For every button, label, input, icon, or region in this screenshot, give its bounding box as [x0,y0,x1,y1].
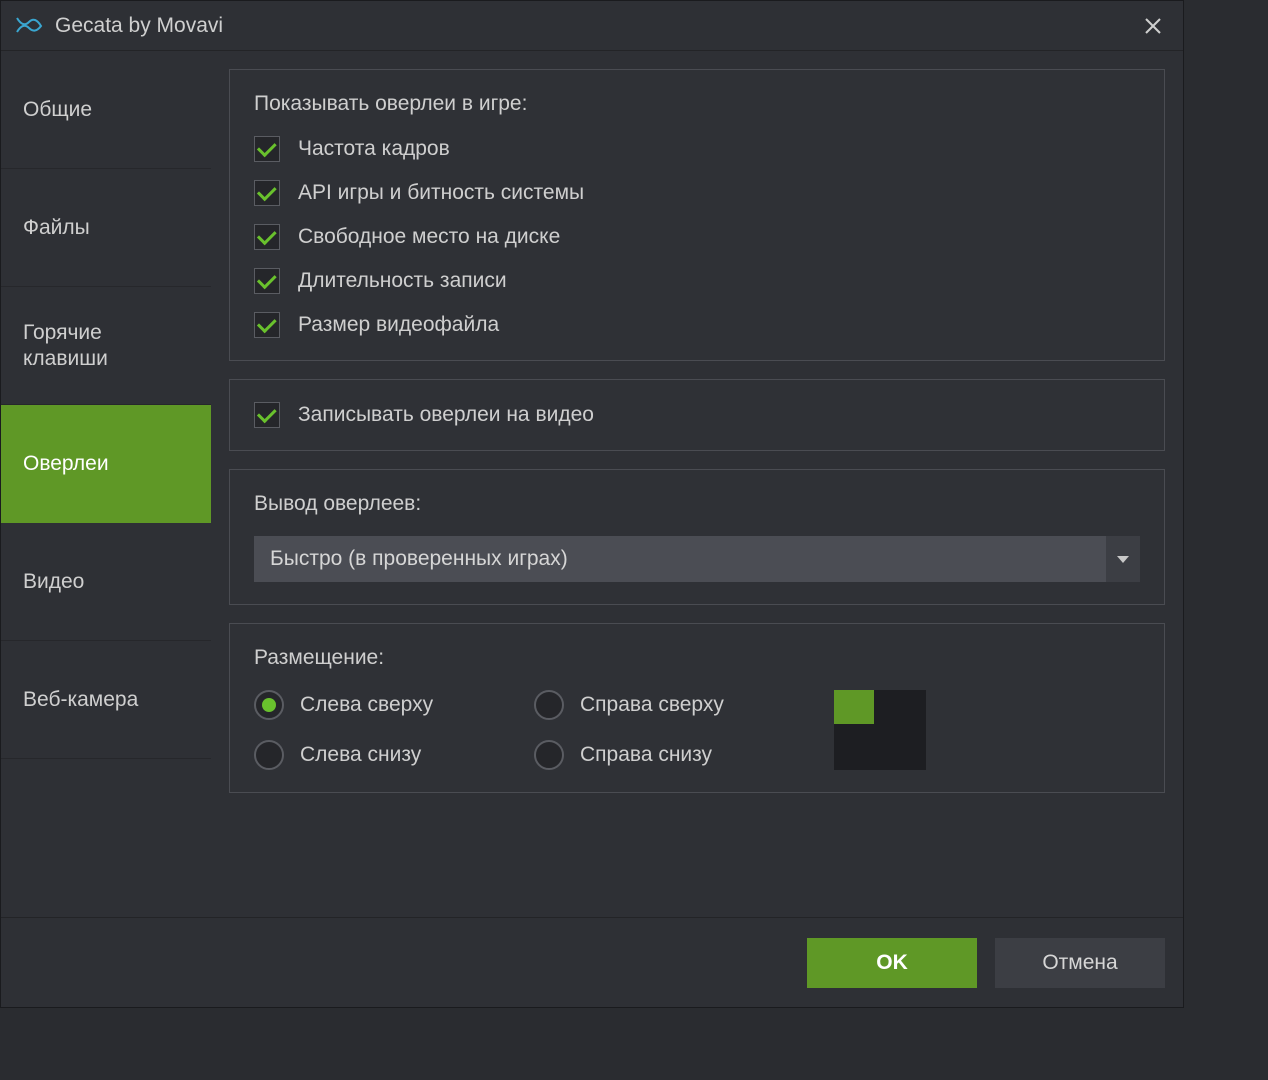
sidebar-item-overlays[interactable]: Оверлеи [1,405,211,523]
check-label: API игры и битность системы [298,181,584,205]
placement-preview-corner [834,690,874,724]
ok-button[interactable]: OK [807,938,977,988]
radio-icon [254,740,284,770]
panel-record-overlays: Записывать оверлеи на видео [229,379,1165,451]
window-title: Gecata by Movavi [55,14,1137,38]
radio-label: Справа сверху [580,693,724,717]
content: Показывать оверлеи в игре: Частота кадро… [211,51,1183,917]
chevron-down-icon [1106,536,1140,582]
sidebar-item-label: Видео [23,570,84,594]
show-overlays-title: Показывать оверлеи в игре: [254,92,1140,116]
radio-icon [534,740,564,770]
titlebar: Gecata by Movavi [1,1,1183,51]
sidebar-item-label: Оверлеи [23,452,109,476]
check-api-bitness[interactable]: API игры и битность системы [254,180,1140,206]
radio-top-right[interactable]: Справа сверху [534,690,784,720]
overlay-output-title: Вывод оверлеев: [254,492,1140,516]
sidebar-item-general[interactable]: Общие [1,51,211,169]
placement-title: Размещение: [254,646,1140,670]
placement-preview [834,690,926,770]
check-framerate[interactable]: Частота кадров [254,136,1140,162]
panel-overlay-output: Вывод оверлеев: Быстро (в проверенных иг… [229,469,1165,605]
cancel-button[interactable]: Отмена [995,938,1165,988]
panel-show-overlays: Показывать оверлеи в игре: Частота кадро… [229,69,1165,361]
sidebar: Общие Файлы Горячие клавиши Оверлеи Виде… [1,51,211,917]
overlay-output-dropdown[interactable]: Быстро (в проверенных играх) [254,536,1140,582]
radio-label: Слева сверху [300,693,433,717]
checkbox-icon [254,136,280,162]
check-free-space[interactable]: Свободное место на диске [254,224,1140,250]
radio-bottom-left[interactable]: Слева снизу [254,740,504,770]
button-label: OK [876,951,908,975]
check-rec-duration[interactable]: Длительность записи [254,268,1140,294]
check-label: Размер видеофайла [298,313,499,337]
check-label: Записывать оверлеи на видео [298,403,594,427]
placement-controls: Слева сверху Справа сверху Слева снизу [254,690,1140,770]
close-button[interactable] [1137,10,1169,42]
radio-bottom-right[interactable]: Справа снизу [534,740,784,770]
sidebar-item-video[interactable]: Видео [1,523,211,641]
radio-top-left[interactable]: Слева сверху [254,690,504,720]
check-file-size[interactable]: Размер видеофайла [254,312,1140,338]
body: Общие Файлы Горячие клавиши Оверлеи Виде… [1,51,1183,917]
sidebar-item-label: Файлы [23,216,90,240]
sidebar-item-label: Общие [23,98,92,122]
checkbox-icon [254,224,280,250]
sidebar-item-hotkeys[interactable]: Горячие клавиши [1,287,211,405]
radio-icon [534,690,564,720]
check-label: Свободное место на диске [298,225,560,249]
checkbox-icon [254,268,280,294]
checkbox-icon [254,402,280,428]
button-label: Отмена [1042,951,1117,975]
sidebar-item-label: Горячие клавиши [23,320,189,370]
placement-radio-grid: Слева сверху Справа сверху Слева снизу [254,690,784,770]
settings-window: Gecata by Movavi Общие Файлы Горячие кла… [0,0,1184,1008]
check-record-overlays[interactable]: Записывать оверлеи на видео [254,402,1140,428]
radio-label: Справа снизу [580,743,712,767]
check-label: Частота кадров [298,137,450,161]
panel-placement: Размещение: Слева сверху Справа сверху [229,623,1165,793]
app-logo-icon [15,16,43,36]
sidebar-item-files[interactable]: Файлы [1,169,211,287]
radio-label: Слева снизу [300,743,421,767]
checkbox-icon [254,312,280,338]
check-label: Длительность записи [298,269,507,293]
dropdown-value: Быстро (в проверенных играх) [270,547,568,571]
sidebar-item-label: Веб-камера [23,688,138,712]
checkbox-icon [254,180,280,206]
radio-icon [254,690,284,720]
sidebar-item-webcam[interactable]: Веб-камера [1,641,211,759]
footer: OK Отмена [1,917,1183,1007]
